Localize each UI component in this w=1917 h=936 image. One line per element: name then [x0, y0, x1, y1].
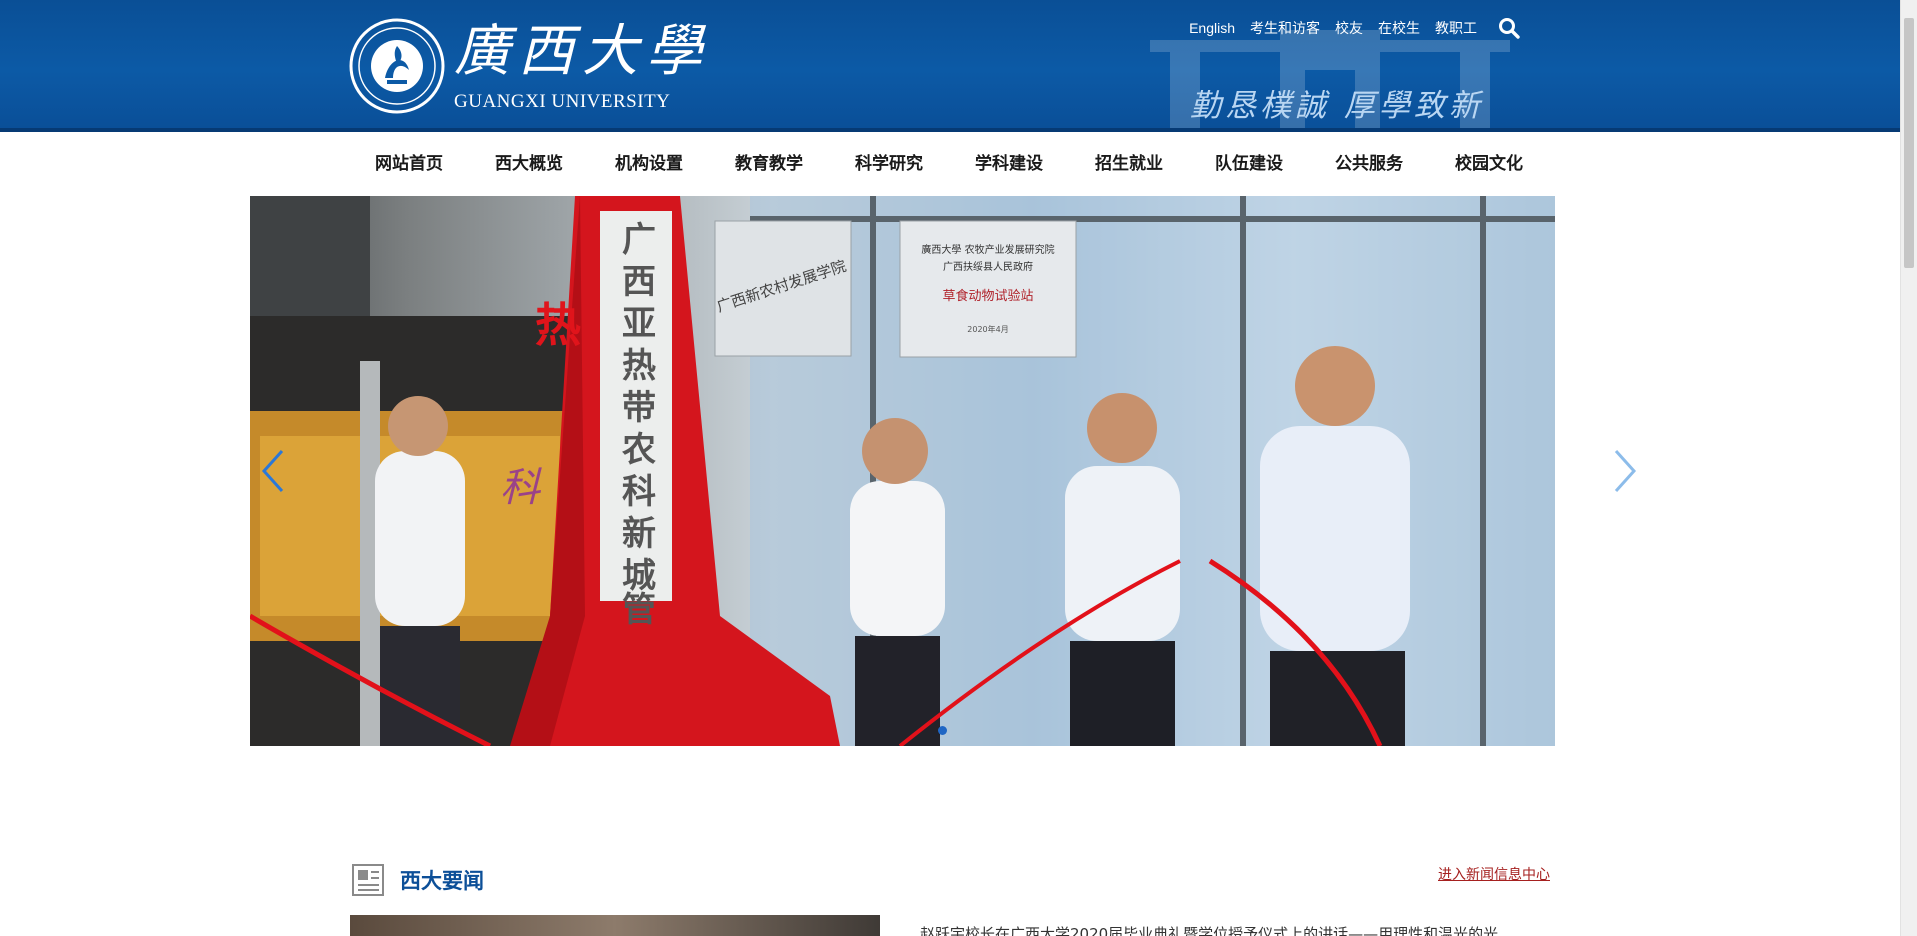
svg-text:热: 热	[622, 346, 656, 386]
site-header: 廣西大學 GUANGXI UNIVERSITY 勤恳樸誠 厚學致新 Englis…	[0, 0, 1900, 132]
nav-item-organization[interactable]: 机构设置	[589, 136, 709, 192]
news-section-title: 西大要闻	[400, 869, 484, 893]
nav-item-services[interactable]: 公共服务	[1309, 136, 1429, 192]
signboard-char-1: 广	[622, 220, 656, 260]
nav-item-education[interactable]: 教育教学	[709, 136, 829, 192]
svg-text:农: 农	[622, 430, 656, 470]
svg-text:带: 带	[622, 388, 656, 428]
link-students[interactable]: 在校生	[1378, 18, 1420, 38]
svg-text:科: 科	[622, 472, 656, 512]
hero-banner[interactable]: 广 西 亚 热 带 农 科 新 城 管 广西新农村发展学院 廣西大學 农牧产业发…	[250, 196, 1555, 746]
university-motto: 勤恳樸誠 厚學致新	[1190, 88, 1484, 124]
university-chinese-name: 廣西大學	[454, 19, 710, 84]
news-section-header: 西大要闻	[350, 862, 484, 898]
news-center-link[interactable]: 进入新闻信息中心	[1438, 864, 1550, 884]
svg-text:亚: 亚	[622, 304, 656, 344]
news-headline[interactable]: 赵跃宇校长在广西大学2020届毕业典礼暨学位授予仪式上的讲话——用理性和温光的光	[920, 923, 1498, 936]
link-alumni[interactable]: 校友	[1335, 18, 1363, 38]
plaque-livestock-date: 2020年4月	[967, 324, 1008, 334]
scrollbar-thumb[interactable]	[1904, 18, 1914, 268]
wall-text-mural: 科	[500, 465, 542, 511]
nav-item-overview[interactable]: 西大概览	[469, 136, 589, 192]
page: { "header": { "logo_title": "廣西大學", "log…	[0, 0, 1917, 936]
link-applicants-visitors[interactable]: 考生和访客	[1250, 18, 1320, 38]
top-links: English 考生和访客 校友 在校生 教职工	[1189, 17, 1520, 39]
plaque-livestock-line2: 广西扶绥县人民政府	[943, 260, 1033, 273]
news-thumbnail[interactable]	[350, 915, 880, 936]
wall-text-red: 热	[535, 298, 581, 352]
nav-item-research[interactable]: 科学研究	[829, 136, 949, 192]
university-seal-logo	[349, 18, 445, 114]
nav-item-culture[interactable]: 校园文化	[1429, 136, 1549, 192]
nav-item-admissions[interactable]: 招生就业	[1069, 136, 1189, 192]
plaque-livestock-line1: 廣西大學 农牧产业发展研究院	[921, 243, 1054, 256]
nav-item-disciplines[interactable]: 学科建设	[949, 136, 1069, 192]
banner-photo: 广 西 亚 热 带 农 科 新 城 管 广西新农村发展学院 廣西大學 农牧产业发…	[250, 196, 1555, 746]
nav-item-faculty[interactable]: 队伍建设	[1189, 136, 1309, 192]
chevron-right-icon[interactable]	[1610, 447, 1640, 495]
chevron-left-icon[interactable]	[258, 447, 288, 495]
page-scrollbar[interactable]	[1900, 0, 1917, 936]
svg-text:新: 新	[622, 514, 656, 554]
link-staff[interactable]: 教职工	[1435, 18, 1477, 38]
link-english[interactable]: English	[1189, 20, 1235, 36]
nav-item-home[interactable]: 网站首页	[349, 136, 469, 192]
carousel-indicator-active[interactable]	[938, 726, 947, 735]
main-nav: 网站首页 西大概览 机构设置 教育教学 科学研究 学科建设 招生就业 队伍建设 …	[0, 136, 1900, 196]
svg-text:西: 西	[622, 262, 656, 302]
svg-text:管: 管	[622, 590, 656, 630]
plaque-livestock-line3: 草食动物试验站	[942, 288, 1033, 304]
search-icon[interactable]	[1498, 17, 1520, 39]
news-document-icon	[352, 864, 384, 896]
university-english-name: GUANGXI UNIVERSITY	[454, 91, 671, 112]
